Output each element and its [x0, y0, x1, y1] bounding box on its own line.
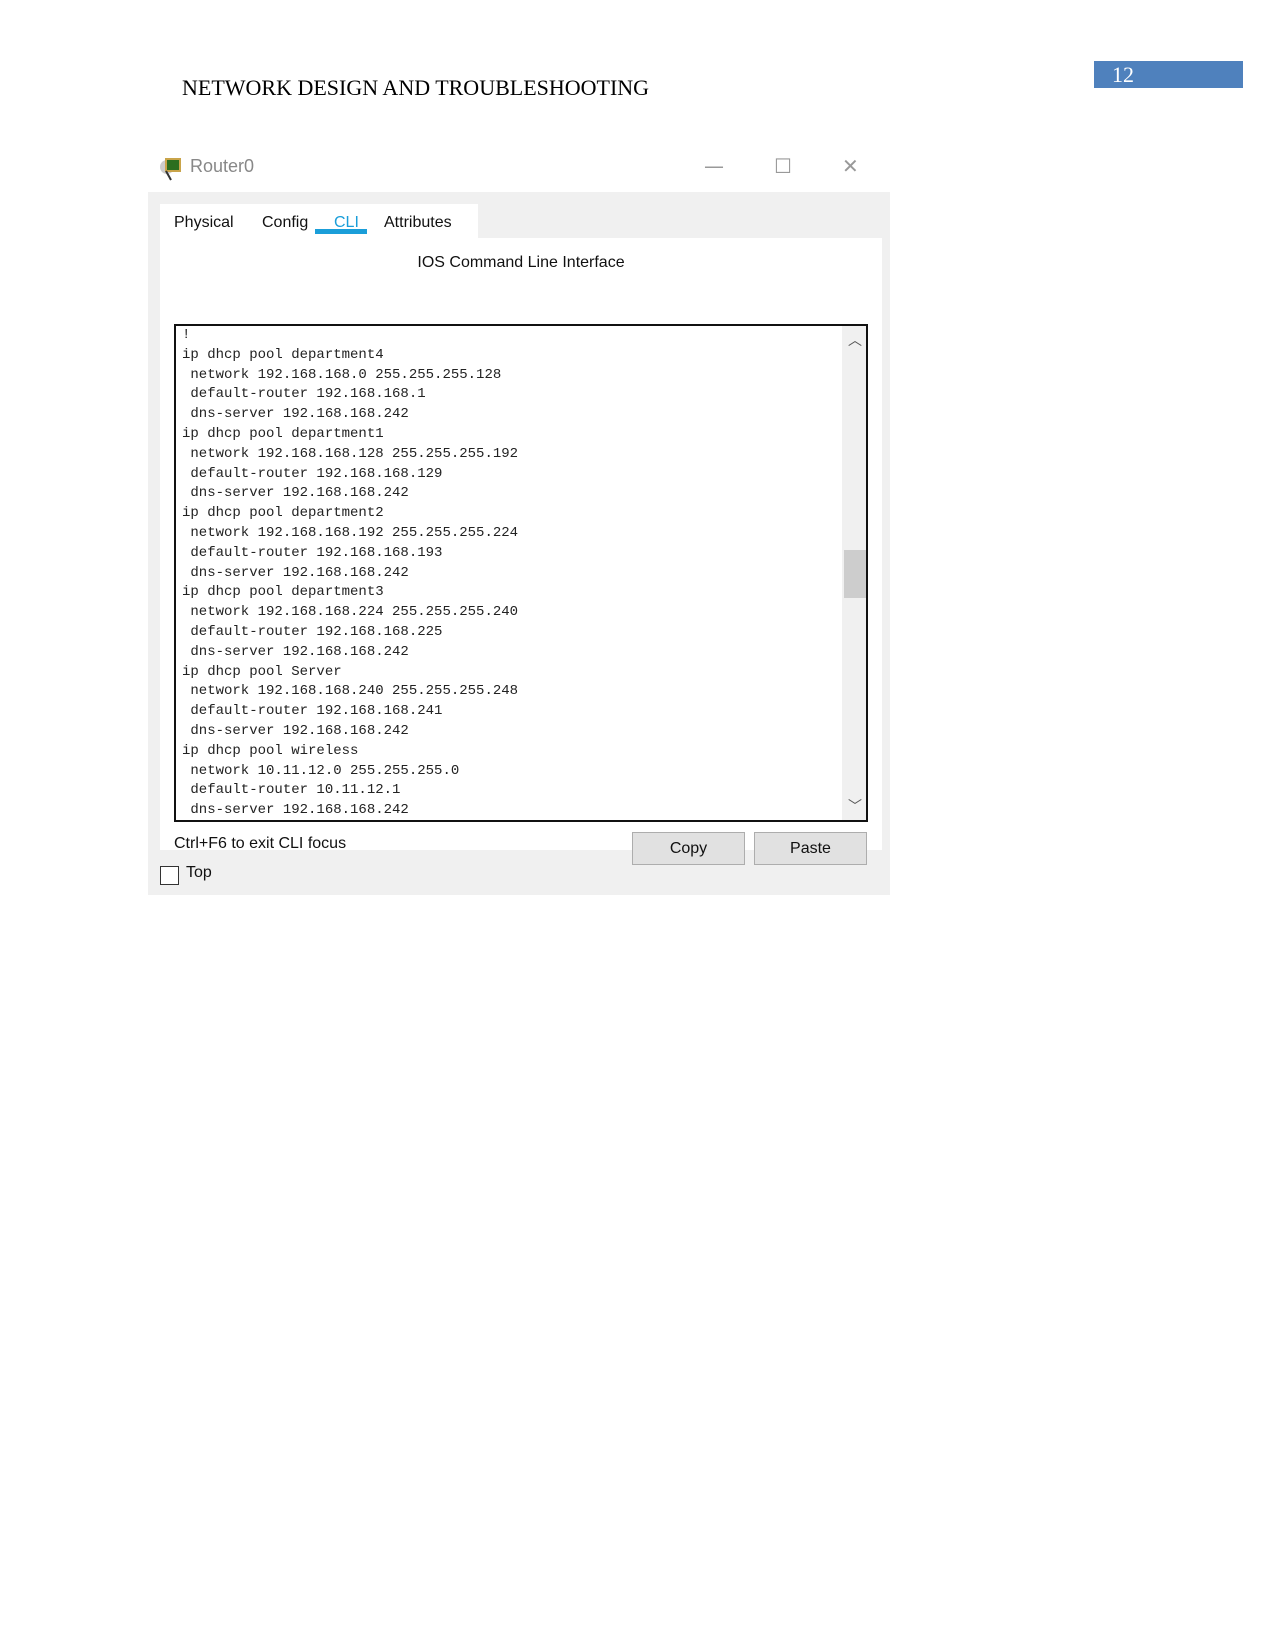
cli-line: dns-server 192.168.168.242 [182, 802, 409, 819]
cli-line: ip dhcp pool wireless [182, 742, 359, 759]
cli-line: default-router 192.168.168.193 [182, 544, 443, 561]
copy-button[interactable]: Copy [632, 832, 745, 865]
cli-line: network 192.168.168.0 255.255.255.128 [182, 366, 502, 383]
window-body: Physical Config CLI Attributes IOS Comma… [148, 192, 890, 895]
router-window: Router0 — ☐ ✕ Physical Config CLI Attrib… [148, 148, 890, 895]
top-checkbox[interactable] [160, 866, 179, 885]
cli-line: default-router 192.168.168.129 [182, 465, 443, 482]
close-icon[interactable]: ✕ [842, 154, 859, 178]
document-page: NETWORK DESIGN AND TROUBLESHOOTING 12 Ro… [0, 0, 1275, 1651]
scrollbar-thumb[interactable] [844, 550, 866, 598]
cli-focus-hint: Ctrl+F6 to exit CLI focus [174, 835, 347, 852]
cli-output: ! ip dhcp pool department4 network 192.16… [182, 326, 519, 820]
tab-config[interactable]: Config [262, 214, 308, 232]
tab-physical[interactable]: Physical [174, 214, 234, 232]
cli-line: dns-server 192.168.168.242 [182, 564, 409, 581]
cli-line: network 10.11.12.0 255.255.255.0 [182, 762, 460, 779]
cli-line: default-router 10.11.12.1 [182, 782, 401, 799]
cli-line: network 192.168.168.128 255.255.255.192 [182, 445, 519, 462]
cli-panel: IOS Command Line Interface ! ip dhcp pool… [160, 238, 882, 865]
cli-line: ip dhcp pool department3 [182, 584, 384, 601]
panel-title: IOS Command Line Interface [417, 254, 625, 271]
active-tab-indicator [315, 229, 367, 234]
cli-line: network 192.168.168.240 255.255.255.248 [182, 683, 519, 700]
cli-line: ip dhcp pool department1 [182, 425, 384, 442]
page-number: 12 [1094, 61, 1243, 88]
cli-line: default-router 192.168.168.241 [182, 703, 443, 720]
minimize-icon[interactable]: — [704, 154, 724, 178]
cli-line: ip dhcp pool Server [182, 663, 342, 680]
cli-line: default-router 192.168.168.1 [182, 386, 426, 403]
cli-line: dns-server 192.168.168.242 [182, 406, 409, 423]
window-title: Router0 [190, 156, 255, 176]
tab-attributes[interactable]: Attributes [384, 214, 452, 232]
cli-line: network 192.168.168.192 255.255.255.224 [182, 524, 519, 541]
cli-line: ! [182, 327, 191, 343]
cli-line: dns-server 192.168.168.242 [182, 485, 409, 502]
chevron-down-icon[interactable]: ﹀ [848, 796, 862, 816]
cli-line: network 192.168.168.224 255.255.255.240 [182, 604, 519, 621]
scrollbar[interactable]: ︿ ﹀ [842, 326, 866, 820]
cli-console[interactable]: ! ip dhcp pool department4 network 192.16… [174, 324, 868, 822]
title-bar: Router0 — ☐ ✕ [148, 148, 890, 192]
running-header: NETWORK DESIGN AND TROUBLESHOOTING [182, 75, 650, 100]
paste-button[interactable]: Paste [754, 832, 867, 865]
cli-line: default-router 192.168.168.225 [182, 623, 443, 640]
cli-line: dns-server 192.168.168.242 [182, 722, 409, 739]
chevron-up-icon[interactable]: ︿ [848, 330, 862, 350]
top-label: Top [186, 864, 212, 881]
cli-line: ip dhcp pool department2 [182, 505, 384, 522]
maximize-icon[interactable]: ☐ [774, 154, 792, 178]
cli-line: ip dhcp pool department4 [182, 346, 384, 363]
cli-line: dns-server 192.168.168.242 [182, 643, 409, 660]
router-icon [160, 158, 181, 181]
